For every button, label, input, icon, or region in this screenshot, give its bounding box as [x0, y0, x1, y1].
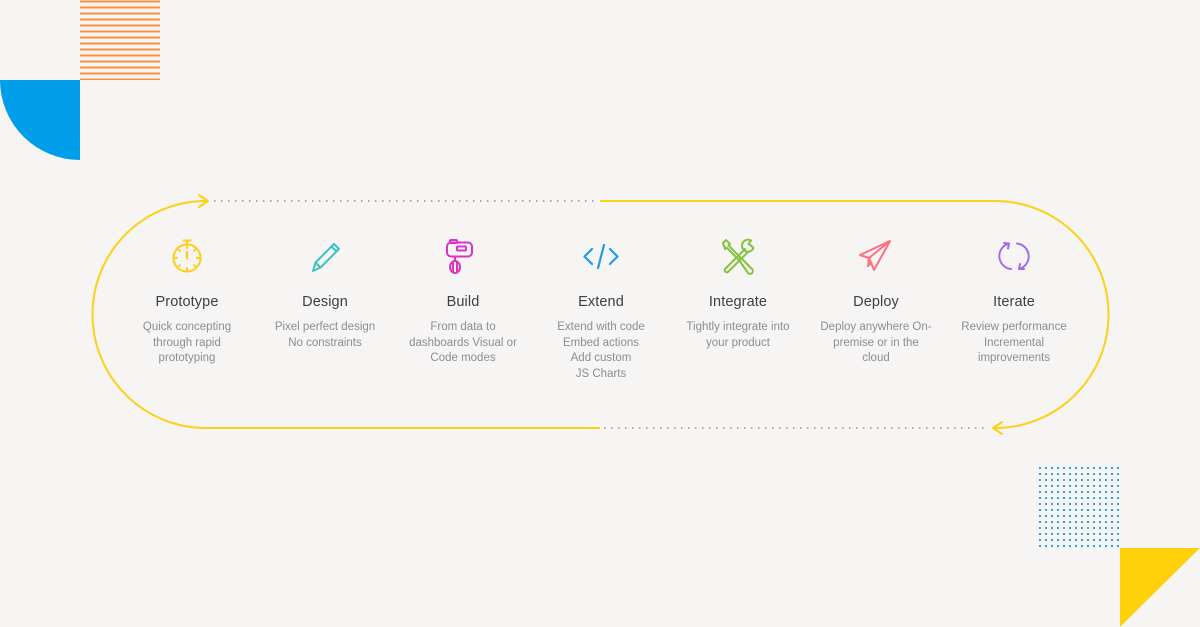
step-description: Review performance Incremental improveme… — [944, 320, 1084, 367]
step-title: Iterate — [993, 294, 1035, 310]
desc-line: Review performance — [961, 321, 1067, 333]
desc-line: through rapid — [153, 336, 221, 349]
step-description: Pixel perfect design No constraints — [255, 320, 395, 351]
step-description: Quick concepting through rapid prototypi… — [117, 320, 257, 367]
stopwatch-icon — [172, 239, 202, 273]
step-description: Extend with code Embed actions Add custo… — [531, 320, 671, 382]
step-description: Deploy anywhere On- premise or in the cl… — [806, 320, 946, 367]
step-prototype: Prototype Quick concepting through rapid… — [117, 236, 257, 367]
step-build: Build From data to dashboards Visual or … — [393, 236, 533, 367]
hand-mixer-icon — [446, 239, 473, 274]
desc-line: Pixel perfect design — [274, 321, 376, 333]
step-title: Deploy — [853, 294, 899, 310]
desc-line: From data to — [430, 321, 496, 333]
desc-line: Deploy anywhere On- — [820, 321, 932, 333]
desc-line: cloud — [862, 352, 890, 364]
step-extend: Extend Extend with code Embed actions Ad… — [531, 236, 671, 382]
desc-line: dashboards Visual or — [409, 336, 517, 349]
step-iterate: Iterate Review performance Incremental i… — [944, 236, 1084, 367]
step-deploy: Deploy Deploy anywhere On- premise or in… — [806, 236, 946, 367]
step-design: Design Pixel perfect design No constrain… — [255, 236, 395, 351]
desc-line: improvements — [977, 352, 1051, 364]
code-brackets-icon — [583, 243, 619, 270]
desc-line: Embed actions — [562, 336, 640, 349]
step-title: Extend — [578, 294, 624, 310]
desc-line: your product — [706, 336, 770, 349]
desc-line: Incremental — [983, 336, 1045, 349]
step-description: From data to dashboards Visual or Code m… — [393, 320, 533, 367]
desc-line: No constraints — [288, 336, 362, 349]
paper-plane-icon — [859, 240, 891, 271]
desc-line: Quick concepting — [142, 321, 232, 333]
step-title: Prototype — [155, 294, 219, 310]
wrench-screwdriver-icon — [722, 238, 755, 275]
desc-line: Extend with code — [557, 321, 645, 333]
desc-line: Add custom — [570, 352, 632, 364]
desc-line: premise or in the — [833, 336, 919, 349]
step-title: Integrate — [708, 294, 768, 310]
step-title: Build — [446, 294, 480, 310]
step-integrate: Integrate Tightly integrate into your pr… — [668, 236, 808, 351]
pencil-icon — [312, 243, 340, 272]
step-description: Tightly integrate into your product — [668, 320, 808, 351]
desc-line: Code modes — [430, 352, 496, 364]
desc-line: Tightly integrate into — [686, 321, 790, 333]
desc-line: prototyping — [158, 352, 216, 364]
refresh-arrows-icon — [998, 242, 1030, 270]
step-title: Design — [302, 294, 348, 310]
desc-line: JS Charts — [575, 367, 627, 380]
